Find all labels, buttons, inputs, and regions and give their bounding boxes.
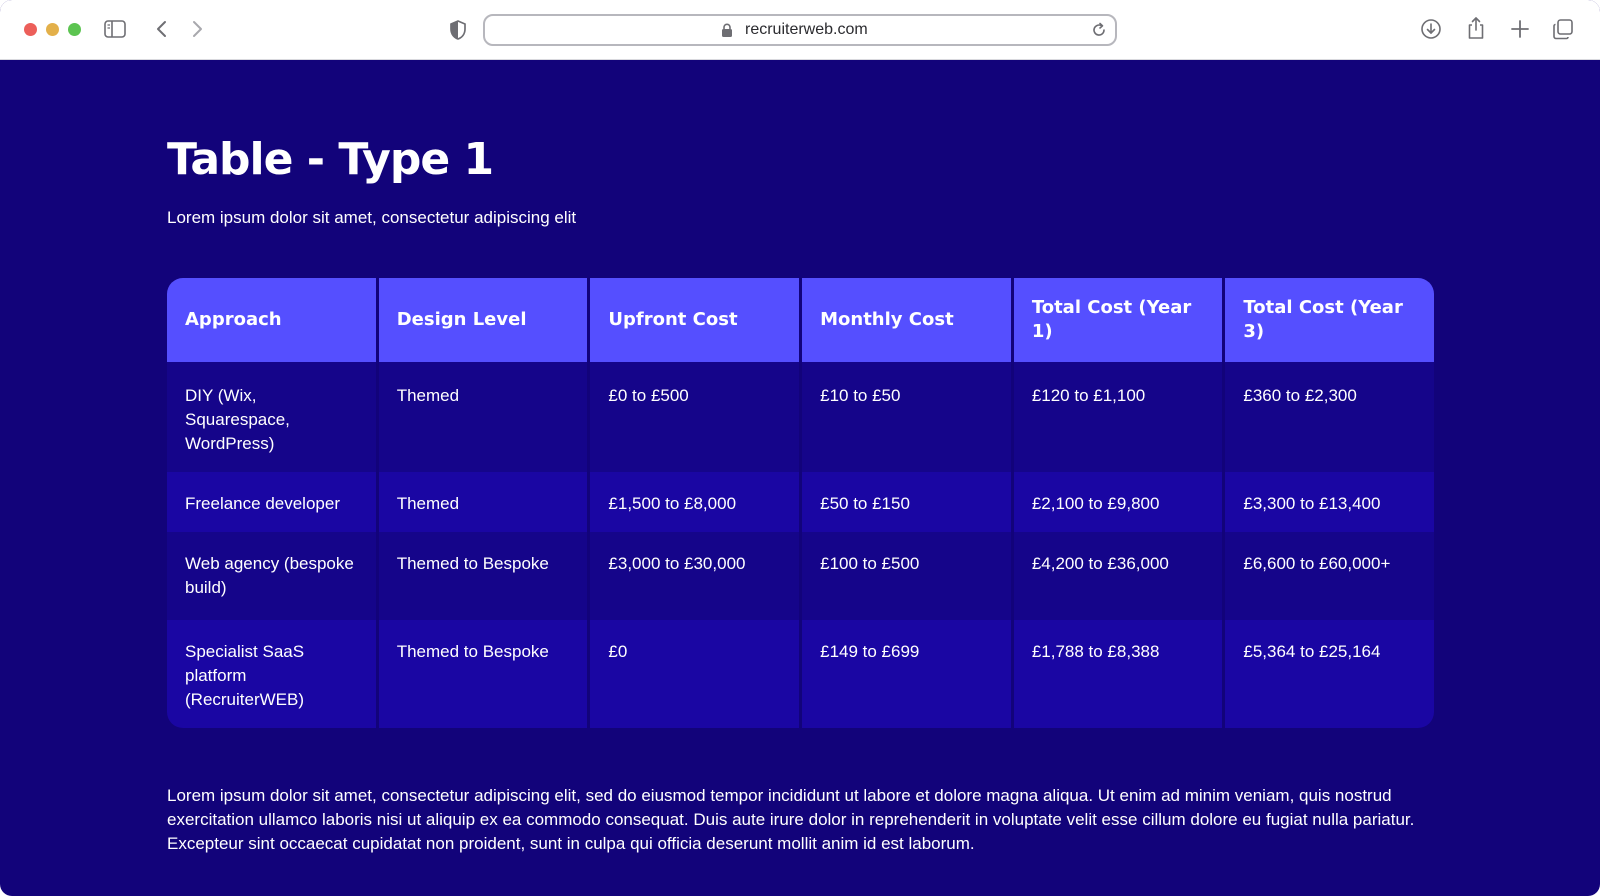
- table-cell: £3,000 to £30,000: [590, 532, 800, 620]
- table-cell: £120 to £1,100: [1013, 362, 1223, 472]
- new-tab-icon[interactable]: [1510, 19, 1530, 39]
- page-content: Table - Type 1 Lorem ipsum dolor sit ame…: [0, 60, 1600, 896]
- reload-icon[interactable]: [1091, 22, 1107, 43]
- table-cell: Specialist SaaS platform (RecruiterWEB): [167, 620, 376, 728]
- table-cell: £149 to £699: [802, 620, 1011, 728]
- table-cell: Themed to Bespoke: [378, 532, 588, 620]
- page-title: Table - Type 1: [167, 134, 494, 185]
- back-icon[interactable]: [155, 19, 169, 39]
- table-row: Freelance developer Themed £1,500 to £8,…: [167, 472, 1434, 532]
- table-cell: Themed: [378, 472, 588, 532]
- tabs-overview-icon[interactable]: [1552, 18, 1574, 40]
- address-bar[interactable]: recruiterweb.com: [483, 14, 1117, 46]
- table-cell: £10 to £50: [802, 362, 1011, 472]
- column-header: Design Level: [378, 278, 588, 362]
- column-header: Upfront Cost: [590, 278, 800, 362]
- table-cell: £3,300 to £13,400: [1225, 472, 1434, 532]
- table-cell: £4,200 to £36,000: [1013, 532, 1223, 620]
- column-header: Total Cost (Year 1): [1013, 278, 1223, 362]
- table-cell: £50 to £150: [802, 472, 1011, 532]
- browser-window: recruiterweb.com Table - Type 1 Lorem ip…: [0, 0, 1600, 896]
- column-header: Monthly Cost: [802, 278, 1011, 362]
- table-cell: Freelance developer: [167, 472, 376, 532]
- shield-icon[interactable]: [449, 19, 467, 41]
- close-window-button[interactable]: [24, 23, 37, 36]
- table-row: DIY (Wix, Squarespace, WordPress) Themed…: [167, 362, 1434, 472]
- column-header: Approach: [167, 278, 376, 362]
- forward-icon[interactable]: [190, 19, 204, 39]
- table-cell: £1,788 to £8,388: [1013, 620, 1223, 728]
- table-cell: Themed to Bespoke: [378, 620, 588, 728]
- table-row: Specialist SaaS platform (RecruiterWEB) …: [167, 620, 1434, 728]
- table-header-row: Approach Design Level Upfront Cost Month…: [167, 278, 1434, 362]
- body-paragraph: Lorem ipsum dolor sit amet, consectetur …: [167, 786, 1415, 853]
- table-row: Web agency (bespoke build) Themed to Bes…: [167, 532, 1434, 620]
- sidebar-icon[interactable]: [104, 19, 126, 39]
- share-icon[interactable]: [1466, 16, 1486, 40]
- table-cell: £1,500 to £8,000: [590, 472, 800, 532]
- zoom-window-button[interactable]: [68, 23, 81, 36]
- browser-toolbar: recruiterweb.com: [0, 0, 1600, 60]
- column-header: Total Cost (Year 3): [1225, 278, 1434, 362]
- page-subtitle: Lorem ipsum dolor sit amet, consectetur …: [167, 208, 577, 227]
- download-icon[interactable]: [1420, 18, 1442, 40]
- pricing-table: Approach Design Level Upfront Cost Month…: [167, 278, 1434, 728]
- table-cell: £360 to £2,300: [1225, 362, 1434, 472]
- table-cell: £5,364 to £25,164: [1225, 620, 1434, 728]
- url-text: recruiterweb.com: [745, 21, 868, 38]
- table-cell: Web agency (bespoke build): [167, 532, 376, 620]
- table-cell: DIY (Wix, Squarespace, WordPress): [167, 362, 376, 472]
- table-cell: £2,100 to £9,800: [1013, 472, 1223, 532]
- table-cell: £0 to £500: [590, 362, 800, 472]
- table-cell: £0: [590, 620, 800, 728]
- table-cell: £100 to £500: [802, 532, 1011, 620]
- lock-icon: [721, 23, 733, 43]
- table-cell: £6,600 to £60,000+: [1225, 532, 1434, 620]
- minimize-window-button[interactable]: [46, 23, 59, 36]
- table-cell: Themed: [378, 362, 588, 472]
